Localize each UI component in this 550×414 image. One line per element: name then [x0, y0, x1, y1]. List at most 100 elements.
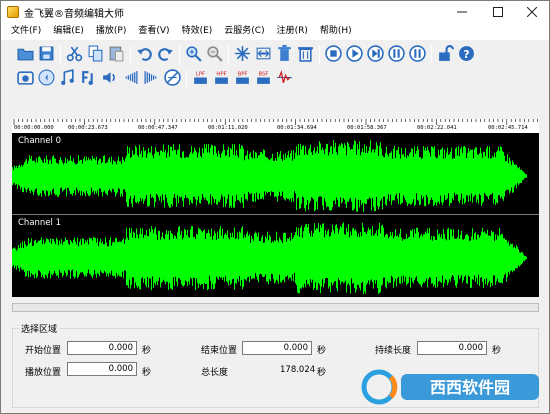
close-button[interactable] [515, 1, 549, 23]
maximize-button[interactable] [481, 1, 515, 23]
reverse-icon [163, 69, 181, 86]
menu-file[interactable]: 文件(F) [5, 23, 47, 40]
cut-button[interactable] [64, 44, 84, 64]
bsf-button[interactable]: BSF [253, 68, 273, 88]
copy-button[interactable] [85, 44, 105, 64]
record-icon [408, 45, 426, 62]
bpf-button[interactable]: BPF [232, 68, 252, 88]
redo-button[interactable] [155, 44, 175, 64]
loop-play-button[interactable] [365, 44, 385, 64]
ruler-label: 00:00:00.000 [14, 125, 54, 131]
stop-button[interactable] [323, 44, 343, 64]
channel-divider [12, 214, 539, 215]
window-title: 金飞翼®音频编辑大师 [24, 8, 124, 20]
svg-text:?: ? [463, 48, 469, 61]
lpf-icon: LPF [193, 71, 207, 84]
unit-label: 秒 [317, 346, 327, 356]
ruler-label: 00:01:58.367 [347, 125, 387, 131]
menu-register[interactable]: 注册(R) [271, 23, 314, 40]
start-position-field[interactable]: 0.000 [67, 341, 137, 355]
music-note-icon [60, 69, 74, 85]
zoom-in-button[interactable] [183, 44, 203, 64]
play-button[interactable] [344, 44, 364, 64]
volume-button[interactable] [99, 68, 119, 88]
noise-reduction-icon [16, 71, 34, 85]
menu-effects[interactable]: 特效(E) [176, 23, 219, 40]
minimize-button[interactable] [445, 1, 479, 23]
selection-group-title: 选择区域 [19, 322, 60, 335]
insert-silence-button[interactable] [295, 44, 315, 64]
pause-button[interactable] [386, 44, 406, 64]
close-icon [527, 7, 537, 17]
end-position-label: 结束位置 [201, 346, 238, 356]
hpf-icon: HPF [214, 71, 228, 84]
undo-button[interactable] [134, 44, 154, 64]
title-bar: 金飞翼®音频编辑大师 [1, 1, 549, 23]
menu-edit[interactable]: 编辑(E) [47, 23, 90, 40]
select-all-icon [234, 46, 250, 61]
pause-icon [387, 45, 405, 62]
zoom-out-button[interactable] [204, 44, 224, 64]
music-button[interactable] [57, 68, 77, 88]
time-ruler[interactable]: 00:00:00.000 00:00:23.673 00:00:47.347 0… [12, 119, 539, 134]
stop-icon [324, 45, 342, 62]
fade-out-button[interactable] [141, 68, 161, 88]
menu-cloud[interactable]: 云服务(C) [218, 23, 270, 40]
unit-label: 秒 [142, 346, 152, 356]
ruler-label: 00:00:47.347 [138, 125, 178, 131]
silence-button[interactable] [36, 68, 56, 88]
channel-0-waveform [12, 140, 527, 212]
ruler-label: 00:01:34.694 [277, 125, 317, 131]
record-button[interactable] [407, 44, 427, 64]
cut-icon [66, 46, 82, 62]
svg-text:BSF: BSF [258, 71, 268, 77]
menu-view[interactable]: 查看(V) [132, 23, 175, 40]
noise-reduction-button[interactable] [15, 68, 35, 88]
unit-label: 秒 [492, 346, 502, 356]
horizontal-scrollbar[interactable] [12, 303, 539, 312]
app-icon [7, 6, 19, 18]
delete-button[interactable] [274, 44, 294, 64]
ruler-label: 00:02:22.041 [417, 125, 457, 131]
maximize-icon [493, 7, 503, 17]
trim-button[interactable] [253, 44, 273, 64]
reverse-button[interactable] [162, 68, 182, 88]
trim-icon [256, 47, 270, 60]
equalizer-icon [276, 69, 292, 83]
play-position-field[interactable]: 0.000 [67, 362, 137, 376]
menu-help[interactable]: 帮助(H) [314, 23, 358, 40]
duration-field[interactable]: 0.000 [417, 341, 487, 355]
open-button[interactable] [15, 44, 35, 64]
waveform-view[interactable]: Channel 0 Channel 1 [12, 133, 539, 297]
fade-out-icon [143, 71, 156, 84]
paste-icon [109, 46, 123, 62]
start-position-label: 开始位置 [25, 346, 62, 356]
normalize-button[interactable] [78, 68, 98, 88]
end-position-field[interactable]: 0.000 [242, 341, 312, 355]
effects-toolbar: LPF HPF BPF BSF [1, 65, 549, 90]
bsf-icon: BSF [256, 71, 270, 84]
unit-label: 秒 [142, 368, 152, 378]
paste-button[interactable] [106, 44, 126, 64]
select-all-button[interactable] [232, 44, 252, 64]
watermark-logo: 西西软件园 [361, 369, 539, 405]
bpf-icon: BPF [235, 71, 249, 84]
channel-0-track[interactable]: Channel 0 [12, 134, 539, 214]
duration-label: 持续长度 [375, 346, 412, 356]
fade-in-icon [125, 71, 138, 84]
equalizer-button[interactable] [274, 68, 294, 88]
main-toolbar: ? [1, 41, 549, 66]
undo-icon [136, 48, 152, 61]
lpf-button[interactable]: LPF [190, 68, 210, 88]
hpf-button[interactable]: HPF [211, 68, 231, 88]
fade-in-button[interactable] [120, 68, 140, 88]
save-button[interactable] [36, 44, 56, 64]
open-folder-icon [17, 48, 33, 61]
ruler-label: 00:00:23.673 [68, 125, 108, 131]
insert-silence-icon [297, 47, 313, 62]
help-button[interactable]: ? [456, 44, 476, 64]
channel-1-track[interactable]: Channel 1 [12, 216, 539, 296]
watermark-text: 西西软件园 [430, 378, 510, 397]
lock-button[interactable] [435, 44, 455, 64]
menu-play[interactable]: 播放(P) [90, 23, 132, 40]
